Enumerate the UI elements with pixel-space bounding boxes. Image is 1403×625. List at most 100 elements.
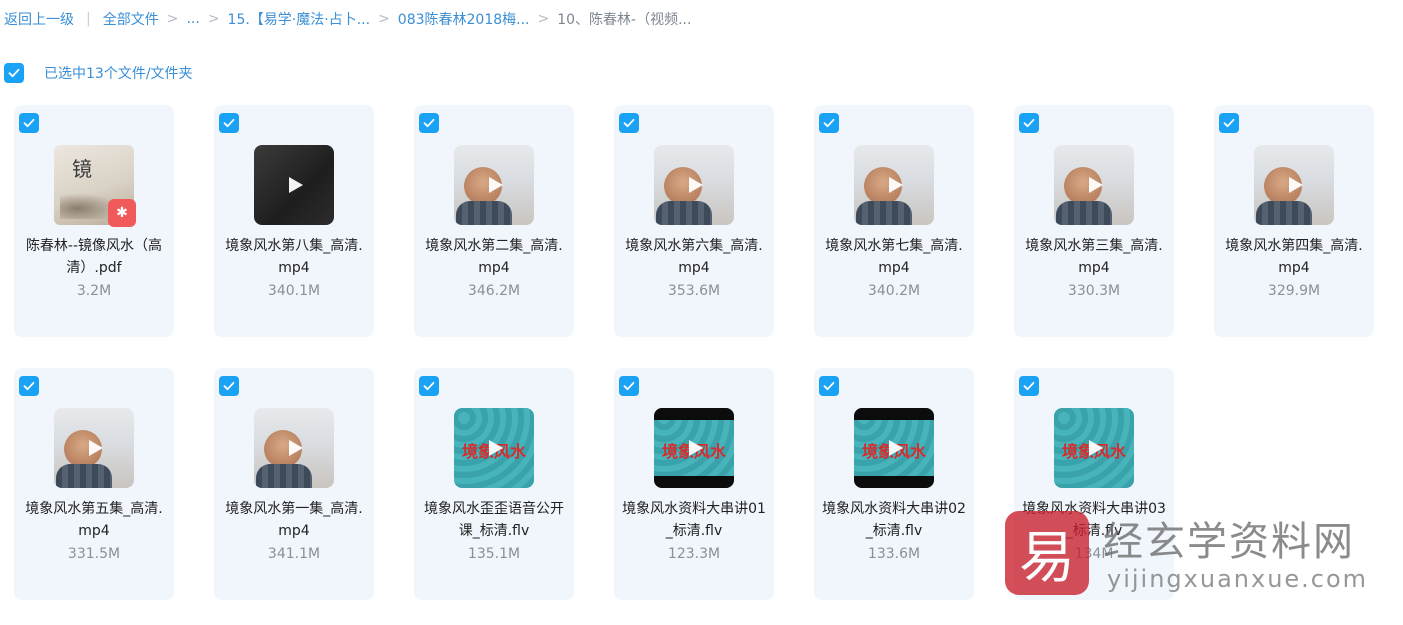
video-thumbnail: 境象风水 bbox=[454, 408, 534, 488]
check-icon bbox=[223, 118, 235, 128]
breadcrumb-separator: | bbox=[86, 11, 91, 27]
file-checkbox[interactable] bbox=[219, 113, 239, 133]
selection-bar: 已选中13个文件/文件夹 bbox=[4, 63, 193, 83]
file-card[interactable]: 境象风水第四集_高清.mp4 329.9M bbox=[1214, 105, 1374, 337]
video-thumbnail: 境象风水 bbox=[854, 408, 934, 488]
watermark-logo: 易 bbox=[1005, 511, 1089, 595]
file-name: 境象风水第二集_高清.mp4 bbox=[425, 238, 563, 276]
chevron-right-icon: > bbox=[378, 11, 390, 27]
play-icon bbox=[1089, 177, 1103, 193]
file-card[interactable]: 镜 ✱ 陈春林--镜像风水（高清）.pdf 3.2M bbox=[14, 105, 174, 337]
video-thumbnail bbox=[1254, 145, 1334, 225]
file-size: 3.2M bbox=[76, 283, 112, 299]
file-size: 123.3M bbox=[667, 546, 721, 562]
file-size: 340.2M bbox=[867, 283, 921, 299]
check-icon bbox=[223, 381, 235, 391]
file-checkbox[interactable] bbox=[219, 376, 239, 396]
video-thumbnail: 境象风水 bbox=[654, 408, 734, 488]
check-icon bbox=[23, 381, 35, 391]
check-icon bbox=[823, 118, 835, 128]
video-thumbnail bbox=[854, 145, 934, 225]
video-thumbnail bbox=[254, 408, 334, 488]
file-size: 329.9M bbox=[1267, 283, 1321, 299]
file-card[interactable]: 境象风水第六集_高清.mp4 353.6M bbox=[614, 105, 774, 337]
file-size: 135.1M bbox=[467, 546, 521, 562]
breadcrumb-all-files[interactable]: 全部文件 bbox=[103, 9, 159, 29]
video-thumbnail bbox=[654, 145, 734, 225]
chevron-right-icon: > bbox=[207, 11, 220, 27]
check-icon bbox=[623, 118, 635, 128]
back-link[interactable]: 返回上一级 bbox=[4, 9, 74, 29]
breadcrumb-ellipsis[interactable]: ... bbox=[186, 11, 199, 27]
breadcrumb-folder-2[interactable]: 083陈春林2018梅... bbox=[398, 9, 530, 29]
chevron-right-icon: > bbox=[537, 11, 550, 27]
breadcrumb-folder-1[interactable]: 15.【易学·魔法·占卜... bbox=[228, 9, 371, 29]
watermark-url: yijingxuanxue.com bbox=[1107, 565, 1369, 593]
check-icon bbox=[423, 381, 435, 391]
select-all-checkbox[interactable] bbox=[4, 63, 24, 83]
file-checkbox[interactable] bbox=[819, 376, 839, 396]
file-size: 353.6M bbox=[667, 283, 721, 299]
play-icon bbox=[689, 440, 703, 456]
file-checkbox[interactable] bbox=[19, 113, 39, 133]
check-icon bbox=[1223, 118, 1235, 128]
file-name: 境象风水第八集_高清.mp4 bbox=[225, 238, 363, 276]
file-name: 境象风水第七集_高清.mp4 bbox=[825, 238, 963, 276]
check-icon bbox=[623, 381, 635, 391]
check-icon bbox=[23, 118, 35, 128]
video-thumbnail bbox=[454, 145, 534, 225]
file-name: 境象风水资料大串讲02_标清.flv bbox=[822, 501, 966, 539]
file-checkbox[interactable] bbox=[1019, 113, 1039, 133]
file-card[interactable]: 境象风水第三集_高清.mp4 330.3M bbox=[1014, 105, 1174, 337]
file-card[interactable]: 境象风水境象风水资料大串讲01_标清.flv 123.3M bbox=[614, 368, 774, 600]
file-checkbox[interactable] bbox=[1219, 113, 1239, 133]
file-name: 境象风水第六集_高清.mp4 bbox=[625, 238, 763, 276]
watermark-site-name: 经玄学资料网 bbox=[1103, 519, 1355, 565]
play-icon bbox=[289, 177, 303, 193]
check-icon bbox=[1023, 118, 1035, 128]
chevron-right-icon: > bbox=[166, 11, 179, 27]
play-icon bbox=[889, 177, 903, 193]
file-checkbox[interactable] bbox=[419, 113, 439, 133]
breadcrumb-current: 10、陈春林-（视频... bbox=[557, 12, 692, 28]
pdf-thumbnail: 镜 ✱ bbox=[54, 145, 136, 227]
file-card[interactable]: 境象风水境象风水资料大串讲02_标清.flv 133.6M bbox=[814, 368, 974, 600]
file-checkbox[interactable] bbox=[619, 376, 639, 396]
check-icon bbox=[8, 68, 20, 78]
file-card[interactable]: 境象风水第五集_高清.mp4 331.5M bbox=[14, 368, 174, 600]
file-size: 330.3M bbox=[1067, 283, 1121, 299]
file-checkbox[interactable] bbox=[19, 376, 39, 396]
file-name: 陈春林--镜像风水（高清）.pdf bbox=[25, 238, 163, 276]
file-name: 境象风水第四集_高清.mp4 bbox=[1225, 238, 1363, 276]
play-icon bbox=[289, 440, 303, 456]
video-thumbnail: 境象风水 bbox=[1054, 408, 1134, 488]
video-thumbnail bbox=[54, 408, 134, 488]
watermark: 易 经玄学资料网 yijingxuanxue.com bbox=[1003, 507, 1403, 625]
check-icon bbox=[1023, 381, 1035, 391]
file-checkbox[interactable] bbox=[1019, 376, 1039, 396]
play-icon bbox=[689, 177, 703, 193]
file-checkbox[interactable] bbox=[619, 113, 639, 133]
file-name: 境象风水歪歪语音公开课_标清.flv bbox=[424, 501, 564, 539]
pdf-icon: ✱ bbox=[108, 199, 136, 227]
play-icon bbox=[89, 440, 103, 456]
play-icon bbox=[489, 177, 503, 193]
play-icon bbox=[1289, 177, 1303, 193]
file-card[interactable]: 境象风水第二集_高清.mp4 346.2M bbox=[414, 105, 574, 337]
file-size: 133.6M bbox=[867, 546, 921, 562]
file-name: 境象风水资料大串讲01_标清.flv bbox=[622, 501, 766, 539]
play-icon bbox=[1089, 440, 1103, 456]
file-card[interactable]: 境象风水境象风水歪歪语音公开课_标清.flv 135.1M bbox=[414, 368, 574, 600]
file-card[interactable]: 境象风水第八集_高清.mp4 340.1M bbox=[214, 105, 374, 337]
file-name: 境象风水第五集_高清.mp4 bbox=[25, 501, 163, 539]
video-thumbnail bbox=[1054, 145, 1134, 225]
file-checkbox[interactable] bbox=[419, 376, 439, 396]
file-card[interactable]: 境象风水第一集_高清.mp4 341.1M bbox=[214, 368, 374, 600]
file-size: 341.1M bbox=[267, 546, 321, 562]
play-icon bbox=[489, 440, 503, 456]
file-checkbox[interactable] bbox=[819, 113, 839, 133]
check-icon bbox=[423, 118, 435, 128]
breadcrumb: 返回上一级 | 全部文件 > ... > 15.【易学·魔法·占卜... > 0… bbox=[4, 10, 691, 28]
file-card[interactable]: 境象风水第七集_高清.mp4 340.2M bbox=[814, 105, 974, 337]
file-size: 331.5M bbox=[67, 546, 121, 562]
